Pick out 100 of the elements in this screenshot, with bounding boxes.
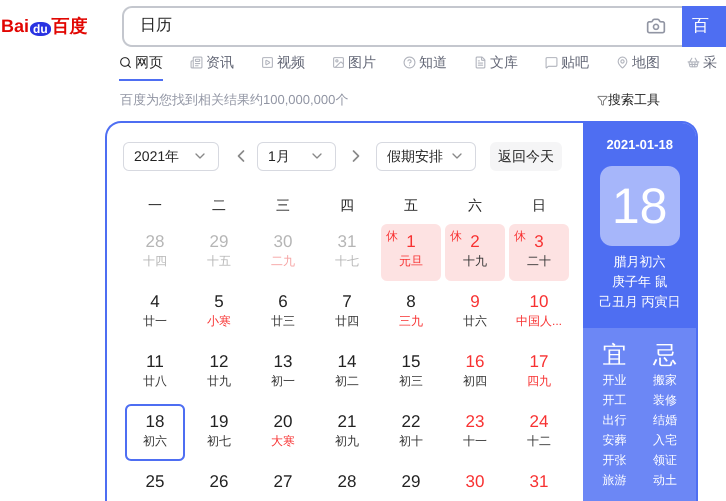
lunar-date: 三九 bbox=[399, 313, 423, 330]
almanac-item: 出行 bbox=[602, 412, 627, 429]
date-number: 16 bbox=[466, 352, 484, 372]
date-number: 8 bbox=[406, 292, 416, 312]
date-number: 30 bbox=[466, 472, 484, 492]
date-number: 27 bbox=[274, 472, 292, 492]
holiday-select[interactable]: 假期安排 bbox=[376, 142, 476, 170]
date-cell[interactable]: 18 初六 bbox=[125, 404, 185, 461]
date-number: 28 bbox=[146, 232, 164, 252]
date-number: 24 bbox=[530, 412, 548, 432]
date-cell[interactable]: 5 小寒 bbox=[189, 284, 249, 341]
date-cell[interactable]: 休 2 十九 bbox=[445, 224, 505, 281]
search-tab[interactable]: 采 bbox=[687, 52, 726, 82]
date-cell[interactable]: 17 四九 bbox=[509, 344, 569, 401]
month-select[interactable]: 1月 bbox=[257, 142, 336, 170]
date-number: 9 bbox=[470, 292, 480, 312]
search-field[interactable]: 日历 bbox=[122, 6, 682, 46]
almanac-item: 入宅 bbox=[652, 432, 677, 449]
date-cell[interactable]: 10 中国人... bbox=[509, 284, 569, 341]
date-cell[interactable]: 12 廿九 bbox=[189, 344, 249, 401]
lunar-date: 廿八 bbox=[143, 373, 167, 390]
date-number: 26 bbox=[210, 472, 228, 492]
lunar-date: 廿九 bbox=[207, 373, 231, 390]
date-cell[interactable]: 29 bbox=[381, 464, 441, 501]
lunar-date: 十四 bbox=[143, 253, 167, 270]
date-cell[interactable]: 21 初九 bbox=[317, 404, 377, 461]
weekday-label: 三 bbox=[275, 196, 291, 214]
date-cell[interactable]: 13 初一 bbox=[253, 344, 313, 401]
date-cell[interactable]: 8 三九 bbox=[381, 284, 441, 341]
lunar-date: 初七 bbox=[207, 433, 231, 450]
lunar-date: 二十 bbox=[527, 253, 551, 270]
date-cell[interactable]: 30 bbox=[445, 464, 505, 501]
logo-text: 百度 bbox=[52, 17, 88, 35]
lunar-date: 初六 bbox=[143, 433, 167, 450]
search-tab[interactable]: 图片 bbox=[332, 52, 403, 82]
weekday-label: 日 bbox=[531, 196, 547, 214]
lunar-date: 小寒 bbox=[207, 313, 231, 330]
lunar-date: 十一 bbox=[463, 433, 487, 450]
date-cell[interactable]: 休 3 二十 bbox=[509, 224, 569, 281]
date-cell[interactable]: 28 bbox=[317, 464, 377, 501]
almanac-item: 开工 bbox=[602, 392, 627, 409]
search-tab[interactable]: 资讯 bbox=[190, 52, 261, 82]
lunar-date: 初十 bbox=[399, 433, 423, 450]
date-number: 14 bbox=[338, 352, 356, 372]
date-cell[interactable]: 22 初十 bbox=[381, 404, 441, 461]
date-number: 13 bbox=[274, 352, 292, 372]
almanac-item: 旅游 bbox=[602, 472, 627, 489]
newspaper-icon bbox=[190, 56, 203, 69]
paw-logo: du bbox=[30, 22, 51, 36]
date-cell[interactable]: 4 廿一 bbox=[125, 284, 185, 341]
date-cell[interactable]: 11 廿八 bbox=[125, 344, 185, 401]
date-cell[interactable]: 15 初三 bbox=[381, 344, 441, 401]
lunar-date: 初四 bbox=[463, 373, 487, 390]
search-tab[interactable]: 地图 bbox=[616, 52, 687, 82]
date-cell[interactable]: 14 初二 bbox=[317, 344, 377, 401]
search-tab[interactable]: 文库 bbox=[474, 52, 545, 82]
lunar-info: 己丑月 丙寅日 bbox=[598, 292, 680, 310]
search-tab[interactable]: 知道 bbox=[403, 52, 474, 82]
lunar-date: 初一 bbox=[271, 373, 295, 390]
date-number: 7 bbox=[342, 292, 352, 312]
search-tools-button[interactable]: 搜索工具 bbox=[597, 90, 660, 110]
rest-label: 休 bbox=[514, 228, 526, 245]
chat-icon bbox=[545, 56, 558, 69]
almanac-item: 装修 bbox=[652, 392, 677, 409]
almanac-title: 忌 bbox=[652, 342, 677, 370]
date-cell[interactable]: 27 bbox=[253, 464, 313, 501]
date-cell[interactable]: 23 十一 bbox=[445, 404, 505, 461]
search-tab[interactable]: 贴吧 bbox=[545, 52, 616, 82]
date-cell[interactable]: 24 十二 bbox=[509, 404, 569, 461]
almanac-item: 开业 bbox=[602, 372, 627, 389]
search-button[interactable]: 百 bbox=[682, 6, 726, 46]
date-number: 23 bbox=[466, 412, 484, 432]
search-tab[interactable]: 视频 bbox=[261, 52, 332, 82]
almanac-title: 宜 bbox=[602, 342, 627, 370]
lunar-date: 廿三 bbox=[271, 313, 295, 330]
back-to-today-button[interactable]: 返回今天 bbox=[490, 142, 562, 170]
year-select[interactable]: 2021年 bbox=[123, 142, 219, 170]
date-cell[interactable]: 19 初七 bbox=[189, 404, 249, 461]
date-number: 2 bbox=[470, 232, 480, 252]
date-cell[interactable]: 16 初四 bbox=[445, 344, 505, 401]
lunar-info: 庚子年 鼠 bbox=[612, 272, 668, 290]
lunar-date: 大寒 bbox=[271, 433, 295, 450]
almanac-item: 搬家 bbox=[652, 372, 677, 389]
date-number: 5 bbox=[214, 292, 224, 312]
date-cell[interactable]: 6 廿三 bbox=[253, 284, 313, 341]
lunar-date: 十二 bbox=[527, 433, 551, 450]
date-cell[interactable]: 7 廿四 bbox=[317, 284, 377, 341]
big-day-number: 18 bbox=[600, 166, 680, 246]
date-number: 25 bbox=[146, 472, 164, 492]
date-cell[interactable]: 31 bbox=[509, 464, 569, 501]
date-cell[interactable]: 26 bbox=[189, 464, 249, 501]
date-cell[interactable]: 25 bbox=[125, 464, 185, 501]
date-cell[interactable]: 20 大寒 bbox=[253, 404, 313, 461]
date-cell[interactable]: 9 廿六 bbox=[445, 284, 505, 341]
rest-label: 休 bbox=[386, 228, 398, 245]
search-tab[interactable]: 网页 bbox=[119, 52, 190, 82]
date-number: 15 bbox=[402, 352, 420, 372]
rest-label: 休 bbox=[450, 228, 462, 245]
date-number: 30 bbox=[274, 232, 292, 252]
camera-icon[interactable] bbox=[646, 16, 666, 36]
